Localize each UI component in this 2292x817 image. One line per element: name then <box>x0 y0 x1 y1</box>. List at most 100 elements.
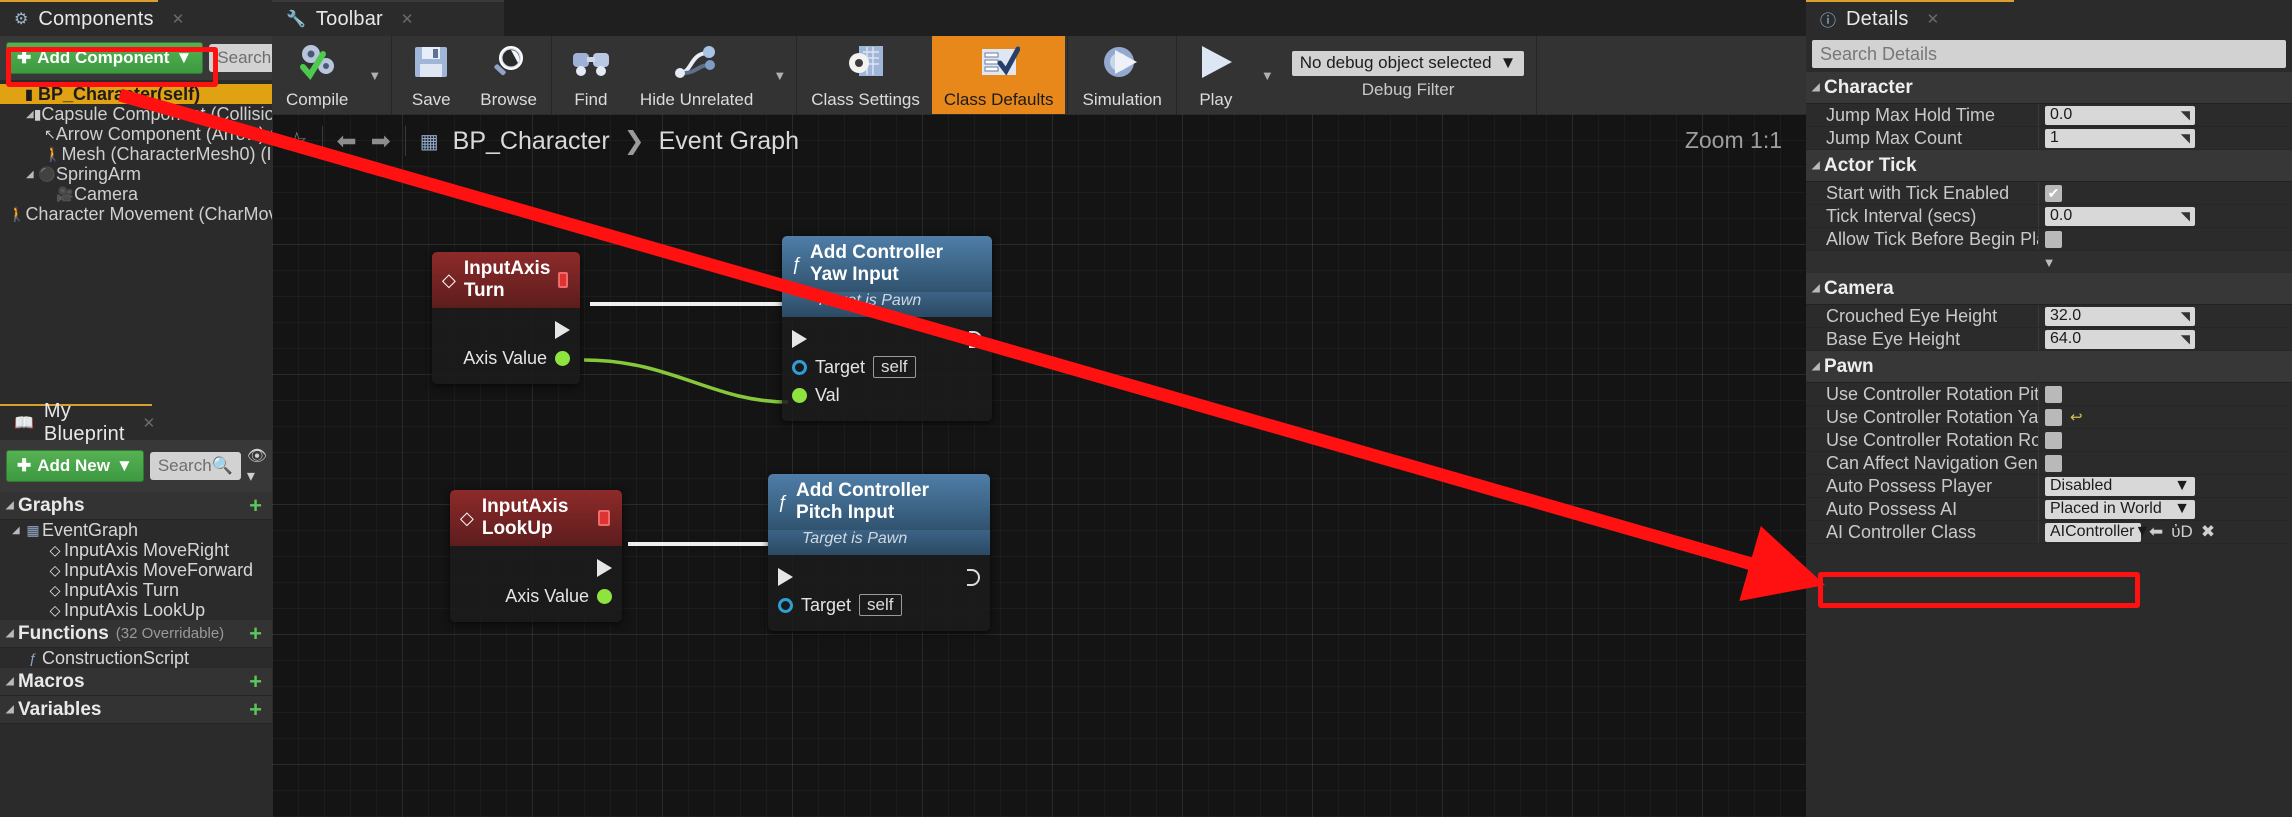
spinner-icon[interactable]: ◥ <box>2181 309 2190 323</box>
event-graph-canvas[interactable]: ☆ ⬅ ➡ ▦ BP_Character ❯ Event Graph Zoom … <box>272 114 1806 817</box>
node-header[interactable]: ƒAdd Controller Yaw Input <box>782 236 992 292</box>
graph-node-add-controller-yaw-input[interactable]: ƒAdd Controller Yaw InputTarget is PawnT… <box>782 236 992 421</box>
expander-icon[interactable]: ◢ <box>6 500 18 511</box>
pin-value[interactable]: self <box>859 594 901 616</box>
component-tree-item[interactable]: 🎥Camera <box>0 184 272 204</box>
exec-output-pin-icon[interactable] <box>967 569 980 586</box>
details-category-actor-tick[interactable]: ◢Actor Tick <box>1806 150 2292 182</box>
details-category-camera[interactable]: ◢Camera <box>1806 273 2292 305</box>
component-tree-item[interactable]: ◢▮Capsule Component (CollisionCylinder) … <box>0 104 272 124</box>
clear-icon[interactable]: ✖ <box>2201 522 2215 542</box>
node-header[interactable]: ◇InputAxis Turn <box>432 252 580 308</box>
object-pin-icon[interactable] <box>778 598 793 613</box>
component-tree-item[interactable]: ▮BP_Character(self) <box>0 84 272 104</box>
pin-value[interactable]: self <box>873 356 915 378</box>
my-blueprint-section-header[interactable]: ◢Macros+ <box>0 668 272 696</box>
details-category-pawn[interactable]: ◢Pawn <box>1806 351 2292 383</box>
expander-icon[interactable]: ◢ <box>1812 160 1824 171</box>
my-blueprint-list-item[interactable]: ◇InputAxis MoveRight <box>0 540 272 560</box>
expander-icon[interactable]: ◢ <box>1812 82 1824 93</box>
component-tree-item[interactable]: ◢⚫SpringArm <box>0 164 272 184</box>
dropdown[interactable]: Placed in World▼ <box>2045 500 2195 519</box>
my-blueprint-list-item[interactable]: ƒConstructionScript <box>0 648 272 668</box>
my-blueprint-section-header[interactable]: ◢Graphs+ <box>0 492 272 520</box>
toolbar-button-browse[interactable]: Browse <box>468 36 549 114</box>
component-tree-item[interactable]: ↖Arrow Component (Arrow) (Inherited) <box>0 124 272 144</box>
breadcrumb-root[interactable]: BP_Character <box>453 127 610 156</box>
component-tree-item[interactable]: 🚶Mesh (CharacterMesh0) (Inherited) <box>0 144 272 164</box>
chevron-down-icon[interactable]: ▼ <box>765 68 794 83</box>
my-blueprint-tab-header[interactable]: 📖 My Blueprint ✕ <box>0 404 152 440</box>
node-input-pin[interactable] <box>792 325 982 353</box>
expander-icon[interactable]: ◢ <box>6 628 18 639</box>
node-header[interactable]: ƒAdd Controller Pitch Input <box>768 474 990 530</box>
revert-icon[interactable]: ↩ <box>2070 408 2083 426</box>
exec-pin-icon[interactable] <box>778 568 793 586</box>
toolbar-button-simulation[interactable]: Simulation <box>1070 36 1173 114</box>
checkbox[interactable] <box>2045 386 2062 403</box>
components-tab-header[interactable]: ⚙ Components ✕ <box>0 0 158 36</box>
number-input[interactable]: 0.0◥ <box>2045 207 2195 226</box>
expander-icon[interactable]: ◢ <box>26 169 38 180</box>
checkbox[interactable] <box>2045 409 2062 426</box>
close-icon[interactable]: ✕ <box>1927 10 1940 28</box>
breadcrumb-leaf[interactable]: Event Graph <box>659 127 799 156</box>
checkbox[interactable] <box>2045 231 2062 248</box>
checkbox[interactable] <box>2045 455 2062 472</box>
exec-pin-icon[interactable] <box>792 330 807 348</box>
expand-advanced-button[interactable]: ▼ <box>1806 251 2292 273</box>
spinner-icon[interactable]: ◥ <box>2181 332 2190 346</box>
close-icon[interactable]: ✕ <box>143 414 156 432</box>
add-new-button[interactable]: ✚ Add New ▼ <box>6 450 144 482</box>
close-icon[interactable]: ✕ <box>401 10 414 28</box>
toolbar-tab-header[interactable]: 🔧 Toolbar ✕ <box>272 0 504 36</box>
node-output-pin[interactable]: Axis Value <box>460 582 612 610</box>
spinner-icon[interactable]: ◥ <box>2181 209 2190 223</box>
add-item-button[interactable]: + <box>249 621 262 647</box>
node-input-pin[interactable]: Targetself <box>792 353 982 381</box>
graph-node-inputaxis-turn[interactable]: ◇InputAxis TurnAxis Value <box>432 252 580 384</box>
expander-icon[interactable]: ◢ <box>6 704 18 715</box>
data-pin-icon[interactable] <box>597 589 612 604</box>
my-blueprint-list-item[interactable]: ◢▦EventGraph <box>0 520 272 540</box>
node-header[interactable]: ◇InputAxis LookUp <box>450 490 622 546</box>
toolbar-button-play[interactable]: Play <box>1179 36 1253 114</box>
my-blueprint-section-header[interactable]: ◢Functions(32 Overridable)+ <box>0 620 272 648</box>
expander-icon[interactable]: ◢ <box>6 676 18 687</box>
use-selected-icon[interactable]: ⬅ <box>2149 522 2163 542</box>
my-blueprint-list-item[interactable]: ◇InputAxis LookUp <box>0 600 272 620</box>
add-item-button[interactable]: + <box>249 669 262 695</box>
toolbar-button-find[interactable]: Find <box>554 36 628 114</box>
graph-node-add-controller-pitch-input[interactable]: ƒAdd Controller Pitch InputTarget is Paw… <box>768 474 990 631</box>
data-pin-icon[interactable] <box>555 351 570 366</box>
spinner-icon[interactable]: ◥ <box>2181 131 2190 145</box>
my-blueprint-list-item[interactable]: ◇InputAxis MoveForward <box>0 560 272 580</box>
node-input-pin[interactable]: Targetself <box>778 591 980 619</box>
node-input-pin[interactable]: Val <box>792 381 982 409</box>
node-input-pin[interactable] <box>778 563 980 591</box>
checkbox[interactable]: ✔ <box>2045 185 2062 202</box>
toolbar-button-class-defaults[interactable]: Class Defaults <box>932 36 1066 114</box>
number-input[interactable]: 1◥ <box>2045 129 2195 148</box>
my-blueprint-list-item[interactable]: ◇InputAxis Turn <box>0 580 272 600</box>
spinner-icon[interactable]: ◥ <box>2181 108 2190 122</box>
forward-arrow-icon[interactable]: ➡ <box>371 127 391 156</box>
toolbar-button-compile[interactable]: Compile <box>274 36 360 114</box>
number-input[interactable]: 64.0◥ <box>2045 330 2195 349</box>
expander-icon[interactable]: ◢ <box>12 525 24 536</box>
toolbar-button-class-settings[interactable]: Class Settings <box>799 36 932 114</box>
browse-icon[interactable]: ὐD <box>2171 522 2193 542</box>
node-output-pin[interactable] <box>460 554 612 582</box>
expander-icon[interactable]: ◢ <box>1812 283 1824 294</box>
toolbar-button-hide-unrelated[interactable]: Hide Unrelated <box>628 36 765 114</box>
details-category-character[interactable]: ◢Character <box>1806 72 2292 104</box>
my-blueprint-section-header[interactable]: ◢Variables+ <box>0 696 272 724</box>
details-tab-header[interactable]: ⓘ Details ✕ <box>1806 0 2014 36</box>
my-blueprint-search-input[interactable]: Search 🔍 <box>150 452 241 480</box>
bookmark-icon[interactable]: ☆ <box>286 127 308 156</box>
expander-icon[interactable]: ◢ <box>26 109 34 120</box>
toolbar-button-save[interactable]: Save <box>394 36 468 114</box>
expander-icon[interactable]: ◢ <box>1812 361 1824 372</box>
add-item-button[interactable]: + <box>249 493 262 519</box>
details-search-input[interactable]: Search Details <box>1812 40 2286 68</box>
